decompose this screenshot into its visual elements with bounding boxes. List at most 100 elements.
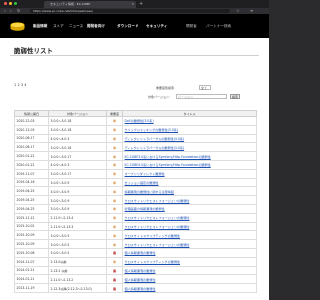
row-date: 2020-12-03: [16, 118, 35, 123]
row-severity-cell: 中: [106, 177, 123, 188]
row-date-cell: 2014-01-21: [14, 265, 49, 276]
vulnerability-table: 情報公開日 対象バージョン 重要度 タイトル 2020-12-03 3.0.0～3…: [14, 110, 257, 293]
row-title[interactable]: セッション固定の脆弱性: [125, 181, 159, 185]
version-search-input[interactable]: バージョン: [176, 94, 227, 99]
row-title[interactable]: オープンリダイレクト脆弱性: [125, 172, 165, 176]
row-version: 2.11.0～2.13.4: [50, 216, 74, 221]
browser-window: セキュリティ情報 - EC-CUBE ✕ + ‹ › ↻ https://www…: [0, 0, 269, 300]
row-severity-cell: 中: [106, 124, 123, 135]
title-divider: [10, 55, 259, 56]
row-date: 2020-01-22: [16, 162, 35, 167]
row-date-cell: 2020-12-03: [14, 116, 49, 126]
row-title[interactable]: 管理画面の情報漏洩の脆弱性: [125, 207, 165, 211]
nav-item[interactable]: セキュリティ: [146, 23, 167, 29]
row-severity: 中: [112, 260, 117, 265]
row-version-cell: 3.0.0～3.0.17: [48, 151, 107, 161]
nav-item[interactable]: ニュース: [69, 23, 83, 29]
row-title[interactable]: EC-CUBE3.0系におけるSymfony/Http-Foundationの脆…: [125, 155, 211, 159]
row-date: 2020-12-03: [16, 127, 35, 132]
row-version-cell: 3.0.0～3.0.9: [48, 203, 107, 214]
row-date-cell: 2020-01-22: [14, 159, 49, 170]
row-date: 2015-10-02: [16, 224, 35, 229]
nav-item[interactable]: ダウンロード: [117, 23, 139, 29]
row-title[interactable]: 情報漏洩の脆弱性に関する注意喚起: [125, 190, 175, 194]
nav-item[interactable]: 開発者向け: [87, 23, 105, 29]
row-title[interactable]: 個人情報漏洩の脆弱性: [125, 251, 156, 255]
row-date-cell: 2014-01-21: [14, 274, 49, 285]
row-title[interactable]: クロスサイトスクリプティングの脆弱性: [125, 260, 181, 264]
row-version-cell: 3.0.0～3.0.18: [48, 142, 107, 153]
zoom-window-icon[interactable]: [14, 2, 17, 5]
row-date: 2019-11-07: [16, 171, 35, 176]
row-title[interactable]: 個人情報漏洩の脆弱性: [125, 278, 156, 282]
row-severity-cell: 中: [106, 116, 123, 126]
new-tab-icon[interactable]: +: [139, 1, 143, 7]
row-title[interactable]: ディレクトリトラバーサルの脆弱性(4.0系): [125, 137, 185, 141]
row-date-cell: 2019-04-25: [14, 195, 49, 205]
row-version: 3.0.0～3.0.18: [50, 128, 72, 133]
table-body: 2020-12-03 3.0.0～3.0.18 中 DoSの脆弱性(3.0系) 2020…: [14, 116, 257, 293]
page-link[interactable]: 1: [14, 83, 16, 87]
row-title[interactable]: 個人情報漏洩の脆弱性: [125, 269, 156, 273]
row-severity-cell: 中: [106, 221, 123, 232]
page-link[interactable]: 3: [21, 83, 23, 87]
row-title[interactable]: クロスサイトリクエストフォージェリの脆弱性: [125, 243, 190, 247]
minimize-window-icon[interactable]: [9, 2, 12, 5]
row-severity-cell: 高: [106, 274, 123, 285]
nav-item[interactable]: 製品情報: [33, 23, 47, 29]
table-row: 2015-10-08 3.0.0～3.0.5 高 個人情報漏洩の脆弱性: [14, 247, 257, 258]
page-link[interactable]: 4: [24, 83, 26, 87]
row-title[interactable]: 個人情報漏洩の脆弱性: [125, 287, 156, 291]
row-title[interactable]: クロスサイトリクエストフォージェリの脆弱性: [125, 199, 190, 203]
row-version-cell: 2.12.3以降(2.12.3～2.13.0): [48, 283, 107, 293]
row-version: 3.0.0～3.0.17: [50, 172, 72, 177]
row-title-cell: クロスサイトリクエストフォージェリの脆弱性: [122, 212, 257, 223]
row-severity-cell: 中: [106, 256, 123, 267]
row-title[interactable]: クロスサイトスクリプティングの脆弱性: [125, 234, 181, 238]
row-title[interactable]: クロスサイトリクエストフォージェリの脆弱性: [125, 225, 190, 229]
browser-tab[interactable]: セキュリティ情報 - EC-CUBE ✕: [44, 1, 136, 8]
table-row: 2015-10-09 3.0.0～3.0.5 中 クロスサイトスクリプティングの脆弱性: [14, 230, 257, 241]
table-row: 2020-06-17 3.0.0～3.0.18 中 ディレクトリトラバーサルの脆弱性(…: [14, 142, 257, 153]
row-date: 2014-11-07: [16, 259, 35, 264]
close-window-icon[interactable]: [4, 2, 7, 5]
row-date: 2020-01-22: [16, 154, 35, 159]
search-button[interactable]: 検索: [230, 94, 240, 99]
row-severity: 高: [112, 268, 117, 273]
row-severity: 高: [112, 286, 117, 291]
row-version-cell: 2.13.2 以前: [48, 265, 107, 276]
row-severity: 中: [112, 145, 117, 150]
row-version: 4.0.0～4.0.3: [50, 136, 70, 141]
row-title[interactable]: クロスサイトリクエストフォージェリの脆弱性: [125, 216, 190, 220]
row-severity: 中: [112, 128, 117, 133]
row-title-cell: クロスサイトリクエストフォージェリの脆弱性: [122, 195, 257, 205]
version-filter-label: 対象バージョン:: [148, 95, 170, 99]
table-row: 2014-01-21 2.13.2 以前 高 個人情報漏洩の脆弱性: [14, 265, 257, 276]
tab-close-icon[interactable]: ✕: [131, 1, 134, 8]
url-field[interactable]: https://www.ec-cube.net/info/weakness/: [30, 9, 230, 13]
nav-item[interactable]: パートナー検索: [206, 23, 231, 29]
severity-select[interactable]: 全て: [199, 85, 211, 90]
ec-cube-logo[interactable]: [10, 22, 25, 31]
page-link[interactable]: 2: [17, 83, 19, 87]
row-severity: 中: [112, 180, 117, 185]
row-title[interactable]: クリックジャッキングの脆弱性(3.0系): [125, 128, 179, 132]
row-date: 2019-04-16: [16, 180, 35, 185]
row-severity: 高: [112, 277, 117, 282]
row-severity: 中: [112, 198, 117, 203]
row-title[interactable]: DoSの脆弱性(3.0系): [125, 119, 154, 123]
nav-item[interactable]: ストア: [53, 23, 64, 29]
row-version-cell: 3.0.0～3.0.18: [48, 116, 107, 126]
row-title[interactable]: ディレクトリトラバーサルの脆弱性(3.0系): [125, 146, 185, 150]
row-title[interactable]: EC-CUBE4.0系におけるSymfony/Http-Foundationの脆…: [125, 163, 211, 167]
row-version-cell: 4.0.0～4.0.3: [48, 159, 107, 170]
row-date: 2020-06-17: [16, 145, 35, 150]
row-version: 3.0.0～3.0.9: [50, 180, 70, 185]
row-title-cell: EC-CUBE3.0系におけるSymfony/Http-Foundationの脆…: [122, 151, 257, 161]
row-date-cell: 2015-11-12: [14, 212, 49, 223]
row-severity-cell: 中: [106, 142, 123, 153]
table-row: 2020-01-22 4.0.0～4.0.3 中 EC-CUBE4.0系におけるSym…: [14, 159, 257, 170]
nav-item[interactable]: 開発者: [186, 23, 197, 29]
severity-select-value: 全て: [201, 86, 208, 90]
table-row: 2020-06-17 4.0.0～4.0.3 中 ディレクトリトラバーサルの脆弱性(4…: [14, 133, 257, 144]
